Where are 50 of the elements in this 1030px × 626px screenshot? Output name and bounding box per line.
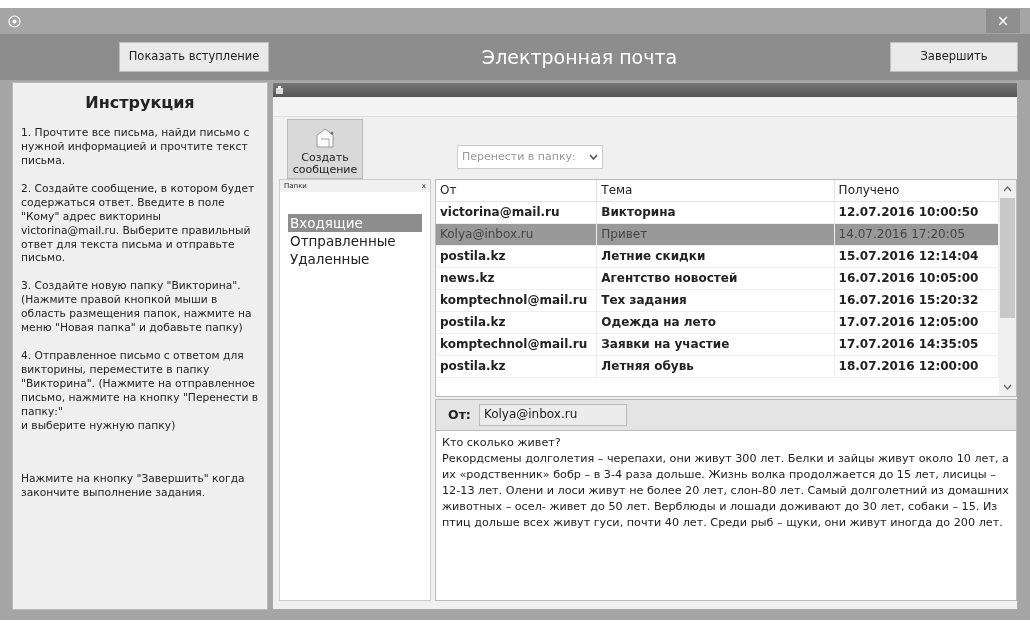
message-text: Кто сколько живет? <box>442 435 562 451</box>
new-message-icon <box>313 126 337 149</box>
instruction-text: 1. Прочтите все письма, найди письмо с нужной информацией и прочтите текст письма. <box>21 126 251 168</box>
table-cell: 16.07.2016 10:05:00 <box>834 267 999 289</box>
scroll-up-icon[interactable] <box>1003 186 1012 192</box>
table-cell: Летние скидки <box>596 245 835 267</box>
from-field[interactable]: Kolya@inbox.ru <box>478 404 627 426</box>
table-cell: postila.kz <box>436 311 597 333</box>
instruction-text: 3. Создайте новую папку "Викторина". (Нажмите правой кнопкой мыши в область размещения папок, нажмите на меню "Новая папка" и добавьте папку) <box>21 279 253 335</box>
intro-button[interactable]: Показать вступление <box>119 42 269 72</box>
table-cell: postila.kz <box>436 355 597 377</box>
table-cell: Агентство новостей <box>596 267 835 289</box>
create-message-button[interactable]: Создать сообщение <box>287 119 363 179</box>
instruction-text: Нажмите на кнопку "Завершить" когда закончите выполнение задания. <box>21 472 246 501</box>
table-cell: komptechnol@mail.ru <box>436 289 597 311</box>
scrollbar[interactable] <box>999 180 1016 396</box>
table-cell: Викторина <box>596 201 835 223</box>
app-logo-icon <box>8 14 21 28</box>
instruction-text: 2. Создайте сообщение, в котором будет содержаться ответ. Введите в поле "Кому" адрес викторины victorina@mail.ru. Выберите правильный ответ для текста письма и отправьте письмо. <box>21 181 256 266</box>
table-cell: Тех задания <box>596 289 835 311</box>
table-cell: 17.07.2016 12:05:00 <box>834 311 999 333</box>
page-title: Электронная почта <box>480 44 679 70</box>
column-header[interactable]: Тема <box>596 180 835 201</box>
table-cell: Летняя обувь <box>596 355 835 377</box>
column-header[interactable]: Получено <box>834 180 999 201</box>
chevron-down-icon <box>589 154 598 160</box>
instruction-text: 4. Отправленное письмо с ответом для викторины, переместите в папку "Викторина". (Нажмите на отправленное письмо, нажмите на кнопку "Перенести в папку:" и выберите нужную папку) <box>21 348 259 433</box>
folder-item[interactable]: Отправленные <box>288 232 422 250</box>
table-cell: 12.07.2016 10:00:50 <box>834 201 999 223</box>
table-cell: 17.07.2016 14:35:05 <box>834 333 999 355</box>
table-cell: Привет <box>596 223 835 245</box>
table-cell: postila.kz <box>436 245 597 267</box>
table-cell: news.kz <box>436 267 597 289</box>
scroll-down-icon[interactable] <box>1003 384 1012 390</box>
table-cell: 18.07.2016 12:00:00 <box>834 355 999 377</box>
table-cell: Заявки на участие <box>596 333 835 355</box>
window-icon <box>275 85 284 95</box>
instruction-title: Инструкция <box>84 93 196 113</box>
folder-item[interactable]: Удаленные <box>288 250 422 268</box>
column-header[interactable]: От <box>436 180 597 201</box>
table-cell: Kolya@inbox.ru <box>436 223 597 245</box>
table-cell: 14.07.2016 17:20:05 <box>834 223 999 245</box>
table-cell: 15.07.2016 12:14:04 <box>834 245 999 267</box>
table-cell: victorina@mail.ru <box>436 201 597 223</box>
table-cell: komptechnol@mail.ru <box>436 333 597 355</box>
message-text: Рекордсмены долголетия – черепахи, они живут 300 лет. Белки и зайцы живут около 10 лет, а их «родственник» бобр – в 3-4 раза дольше. Жизнь волка продолжается до 15 лет, лисицы – 12-13 лет. Олени и лоси живут не более 20 лет, слон-80 лет. Самый долголетний из домашних животных – осел- живет до 50 лет. Верблюды и лошади доживают до 30 лет, собаки – 15. Из птиц дольше всех живут гуси, почти 40 лет. Среди рыб – щуки, они живут иногда до 200 лет. <box>442 450 1010 531</box>
from-label: От: <box>448 405 471 424</box>
table-cell: Одежда на лето <box>596 311 835 333</box>
table-cell: 16.07.2016 15:20:32 <box>834 289 999 311</box>
finish-button[interactable]: Завершить <box>890 42 1018 72</box>
